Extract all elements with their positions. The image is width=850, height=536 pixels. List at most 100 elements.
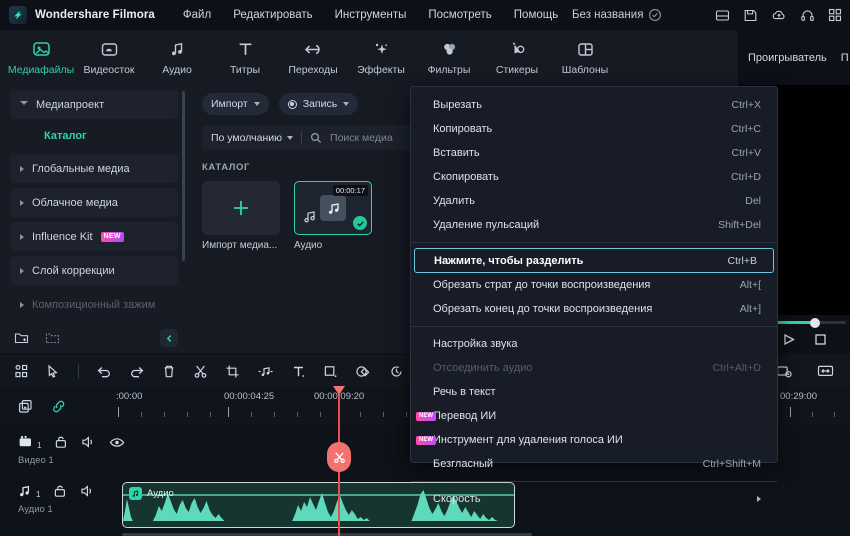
- headset-support-icon[interactable]: [800, 8, 815, 23]
- context-menu-item-ripple-delete[interactable]: Удаление пульсаций Shift+Del: [411, 213, 777, 237]
- tab-stock-video[interactable]: Видеосток: [78, 33, 140, 83]
- menu-item-file[interactable]: Файл: [183, 9, 211, 21]
- audio-edit-icon[interactable]: [257, 364, 274, 379]
- render-preview-icon[interactable]: [776, 364, 793, 379]
- ruler-tick: [187, 412, 188, 417]
- sidebar-item-global-media[interactable]: Глобальные медиа: [10, 154, 178, 183]
- split-at-playhead-button[interactable]: [327, 442, 351, 472]
- menu-item-edit[interactable]: Редактировать: [233, 9, 312, 21]
- eye-icon[interactable]: [109, 436, 125, 449]
- record-button[interactable]: Запись: [278, 93, 359, 115]
- clip-name: Аудио: [147, 488, 174, 499]
- chevron-right-icon: [757, 496, 761, 502]
- mute-icon[interactable]: [81, 435, 96, 449]
- save-icon[interactable]: [743, 8, 758, 23]
- link-clips-icon[interactable]: [51, 399, 67, 414]
- mute-icon[interactable]: [80, 484, 95, 498]
- tab-transitions[interactable]: Переходы: [282, 33, 344, 83]
- context-menu-item-audio-settings-label: Настройка звука: [433, 338, 518, 350]
- import-button[interactable]: Импорт: [202, 93, 269, 115]
- context-menu-item-copy-shortcut: Ctrl+C: [730, 123, 761, 135]
- tab-media[interactable]: Медиафайлы: [8, 33, 74, 83]
- tab-player-secondary[interactable]: П: [841, 52, 849, 64]
- sort-select[interactable]: По умолчанию: [211, 132, 294, 144]
- crop-icon[interactable]: [225, 364, 240, 379]
- context-menu-item-trim-start[interactable]: Обрезать страт до точки воспроизведения …: [411, 273, 777, 297]
- sidebar-item-catalog[interactable]: Каталог: [10, 124, 178, 148]
- folder-icon[interactable]: [45, 331, 60, 345]
- audio-track-number: 1: [36, 490, 41, 499]
- tab-effects[interactable]: Эффекты: [350, 33, 412, 83]
- context-menu-item-split[interactable]: Нажмите, чтобы разделить Ctrl+B: [414, 248, 774, 273]
- filters-circles-icon: [440, 40, 459, 60]
- context-menu-item-trim-end[interactable]: Обрезать конец до точки воспроизведения …: [411, 297, 777, 321]
- context-menu-item-audio-settings[interactable]: Настройка звука: [411, 332, 777, 356]
- sidebar-item-global-media-label: Глобальные медиа: [32, 162, 130, 175]
- search-input[interactable]: Поиск медиа: [330, 132, 393, 144]
- sidebar-item-media-project[interactable]: Медиапроект: [10, 90, 178, 119]
- sidebar-item-compound-clip[interactable]: Композиционный зажим: [10, 290, 178, 319]
- tab-audio[interactable]: Аудио: [146, 33, 208, 83]
- tab-templates[interactable]: Шаблоны: [554, 33, 616, 83]
- new-folder-icon[interactable]: [14, 331, 29, 345]
- lock-icon[interactable]: [53, 484, 67, 498]
- media-item-audio[interactable]: 00:00:17 Аудио: [294, 181, 372, 251]
- audio-media-caption: Аудио: [294, 240, 323, 251]
- delete-trash-icon[interactable]: [162, 364, 176, 379]
- context-menu-item-delete[interactable]: Удалить Del: [411, 189, 777, 213]
- tab-titles[interactable]: Титры: [214, 33, 276, 83]
- play-button[interactable]: [782, 333, 796, 346]
- color-mask-icon[interactable]: [355, 364, 372, 379]
- sidebar-item-adjustment-layer[interactable]: Слой коррекции: [10, 256, 178, 285]
- layout-icon[interactable]: [715, 8, 730, 23]
- speed-clock-icon[interactable]: [389, 364, 404, 379]
- context-menu-item-paste[interactable]: Вставить Ctrl+V: [411, 141, 777, 165]
- lock-icon[interactable]: [54, 435, 68, 449]
- sticker-icon: [508, 40, 527, 60]
- text-tool-icon[interactable]: [291, 364, 306, 379]
- collapse-panel-icon[interactable]: [160, 329, 178, 347]
- context-menu-item-cut-shortcut: Ctrl+X: [731, 99, 761, 111]
- context-menu-item-mute[interactable]: Безгласный Ctrl+Shift+M: [411, 452, 777, 476]
- ruler-tick: [383, 412, 384, 417]
- sidebar-item-influence-kit[interactable]: Influence Kit NEW: [10, 222, 178, 251]
- sidebar-footer: [0, 323, 188, 353]
- context-menu-item-mute-label: Безгласный: [433, 458, 494, 470]
- context-menu-item-cut-label: Вырезать: [433, 99, 482, 111]
- stock-video-icon: [100, 40, 119, 60]
- tab-stickers[interactable]: Стикеры: [486, 33, 548, 83]
- menu-item-view[interactable]: Посмотреть: [428, 9, 491, 21]
- select-cursor-icon[interactable]: [46, 364, 61, 379]
- grid-view-icon[interactable]: [14, 364, 29, 379]
- add-marker-icon[interactable]: [18, 399, 33, 414]
- seek-handle[interactable]: [810, 317, 820, 328]
- media-search-bar[interactable]: По умолчанию Поиск медиа: [202, 125, 420, 150]
- tab-filters[interactable]: Фильтры: [418, 33, 480, 83]
- redo-icon[interactable]: [129, 364, 145, 379]
- import-media-tile[interactable]: [202, 181, 280, 235]
- context-menu-item-ai-translation[interactable]: Перевод ИИ NEW Перевод ИИ: [411, 404, 777, 428]
- sidebar-scrollbar[interactable]: [182, 91, 185, 261]
- context-menu-item-cut[interactable]: Вырезать Ctrl+X: [411, 93, 777, 117]
- tab-player[interactable]: Проигрыватель: [748, 52, 827, 64]
- undo-icon[interactable]: [96, 364, 112, 379]
- media-item-import[interactable]: Импорт медиа...: [202, 181, 280, 251]
- shape-tool-icon[interactable]: [323, 364, 338, 379]
- stop-button[interactable]: [814, 333, 827, 346]
- new-badge-text: NEW: [416, 435, 436, 445]
- ruler-tick: [360, 412, 361, 417]
- context-menu-item-ai-vocal-remover[interactable]: NEW Инструмент для удаления голоса ИИ: [411, 428, 777, 452]
- menu-item-tools[interactable]: Инструменты: [335, 9, 407, 21]
- fit-timeline-icon[interactable]: [817, 364, 834, 378]
- audio-media-tile[interactable]: 00:00:17: [294, 181, 372, 235]
- context-menu-item-speech-to-text[interactable]: Речь в текст: [411, 380, 777, 404]
- split-scissors-icon[interactable]: [193, 364, 208, 379]
- menu-item-help[interactable]: Помощь: [514, 9, 558, 21]
- context-menu-item-copy[interactable]: Копировать Ctrl+C: [411, 117, 777, 141]
- timeline-playhead[interactable]: [327, 386, 351, 536]
- context-menu-item-speed[interactable]: Скорость: [411, 487, 777, 511]
- cloud-upload-icon[interactable]: [771, 8, 787, 23]
- sidebar-item-cloud-media[interactable]: Облачное медиа: [10, 188, 178, 217]
- context-menu-item-duplicate[interactable]: Скопировать Ctrl+D: [411, 165, 777, 189]
- grid-apps-icon[interactable]: [828, 8, 842, 22]
